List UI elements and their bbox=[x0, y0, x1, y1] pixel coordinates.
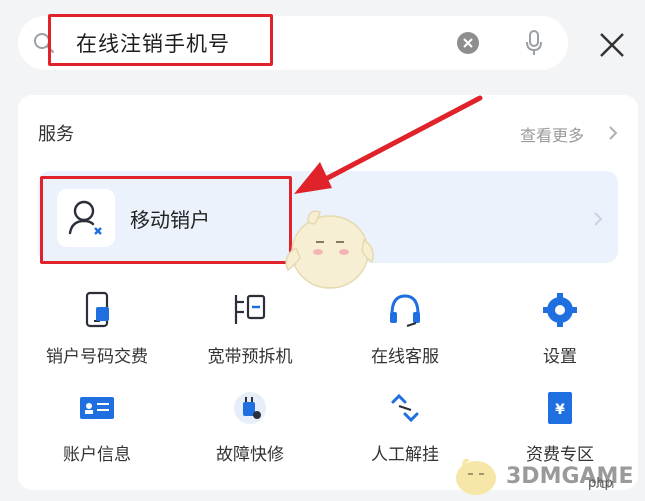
watermark: 3DMGAME php bbox=[448, 452, 643, 500]
chevron-right-icon[interactable] bbox=[606, 124, 620, 142]
unlink-icon bbox=[391, 393, 419, 423]
mascot-sticker-icon bbox=[285, 210, 374, 289]
grid-item-fault-repair[interactable]: 故障快修 bbox=[175, 388, 325, 478]
grid-item-label: 在线客服 bbox=[371, 347, 439, 367]
service-card-highlight-box bbox=[40, 176, 292, 264]
id-card-icon bbox=[80, 397, 114, 419]
annotation-arrow bbox=[294, 95, 483, 194]
grid-item-label: 宽带预拆机 bbox=[207, 347, 293, 367]
watermark-mascot-icon bbox=[456, 458, 496, 495]
broadband-icon bbox=[234, 294, 266, 324]
grid-item-label: 账户信息 bbox=[63, 445, 131, 465]
grid-item-cancel-number-pay[interactable]: 销户号码交费 bbox=[22, 290, 172, 380]
grid-item-label: 设置 bbox=[543, 347, 577, 367]
grid-item-online-service[interactable]: 在线客服 bbox=[330, 290, 480, 380]
close-icon[interactable] bbox=[595, 28, 629, 62]
grid-item-label: 销户号码交费 bbox=[46, 347, 148, 367]
grid-item-account-info[interactable]: 账户信息 bbox=[22, 388, 172, 478]
gear-icon bbox=[543, 293, 577, 327]
microphone-icon[interactable] bbox=[524, 29, 544, 57]
svg-text:¥: ¥ bbox=[555, 402, 565, 418]
search-highlight-box bbox=[48, 14, 273, 66]
headset-icon bbox=[390, 294, 420, 327]
grid-item-label: 故障快修 bbox=[216, 445, 284, 465]
phone-card-icon bbox=[85, 291, 109, 328]
chevron-right-icon[interactable] bbox=[592, 210, 604, 228]
grid-item-broadband[interactable]: 宽带预拆机 bbox=[175, 290, 325, 380]
repair-icon bbox=[234, 392, 266, 424]
watermark-domain: .cn bbox=[595, 477, 615, 492]
section-title: 服务 bbox=[38, 124, 74, 145]
tariff-icon: ¥ bbox=[548, 392, 572, 424]
clear-icon[interactable] bbox=[456, 31, 480, 55]
view-more-link[interactable]: 查看更多 bbox=[520, 122, 584, 146]
grid-item-settings[interactable]: 设置 bbox=[485, 290, 635, 380]
